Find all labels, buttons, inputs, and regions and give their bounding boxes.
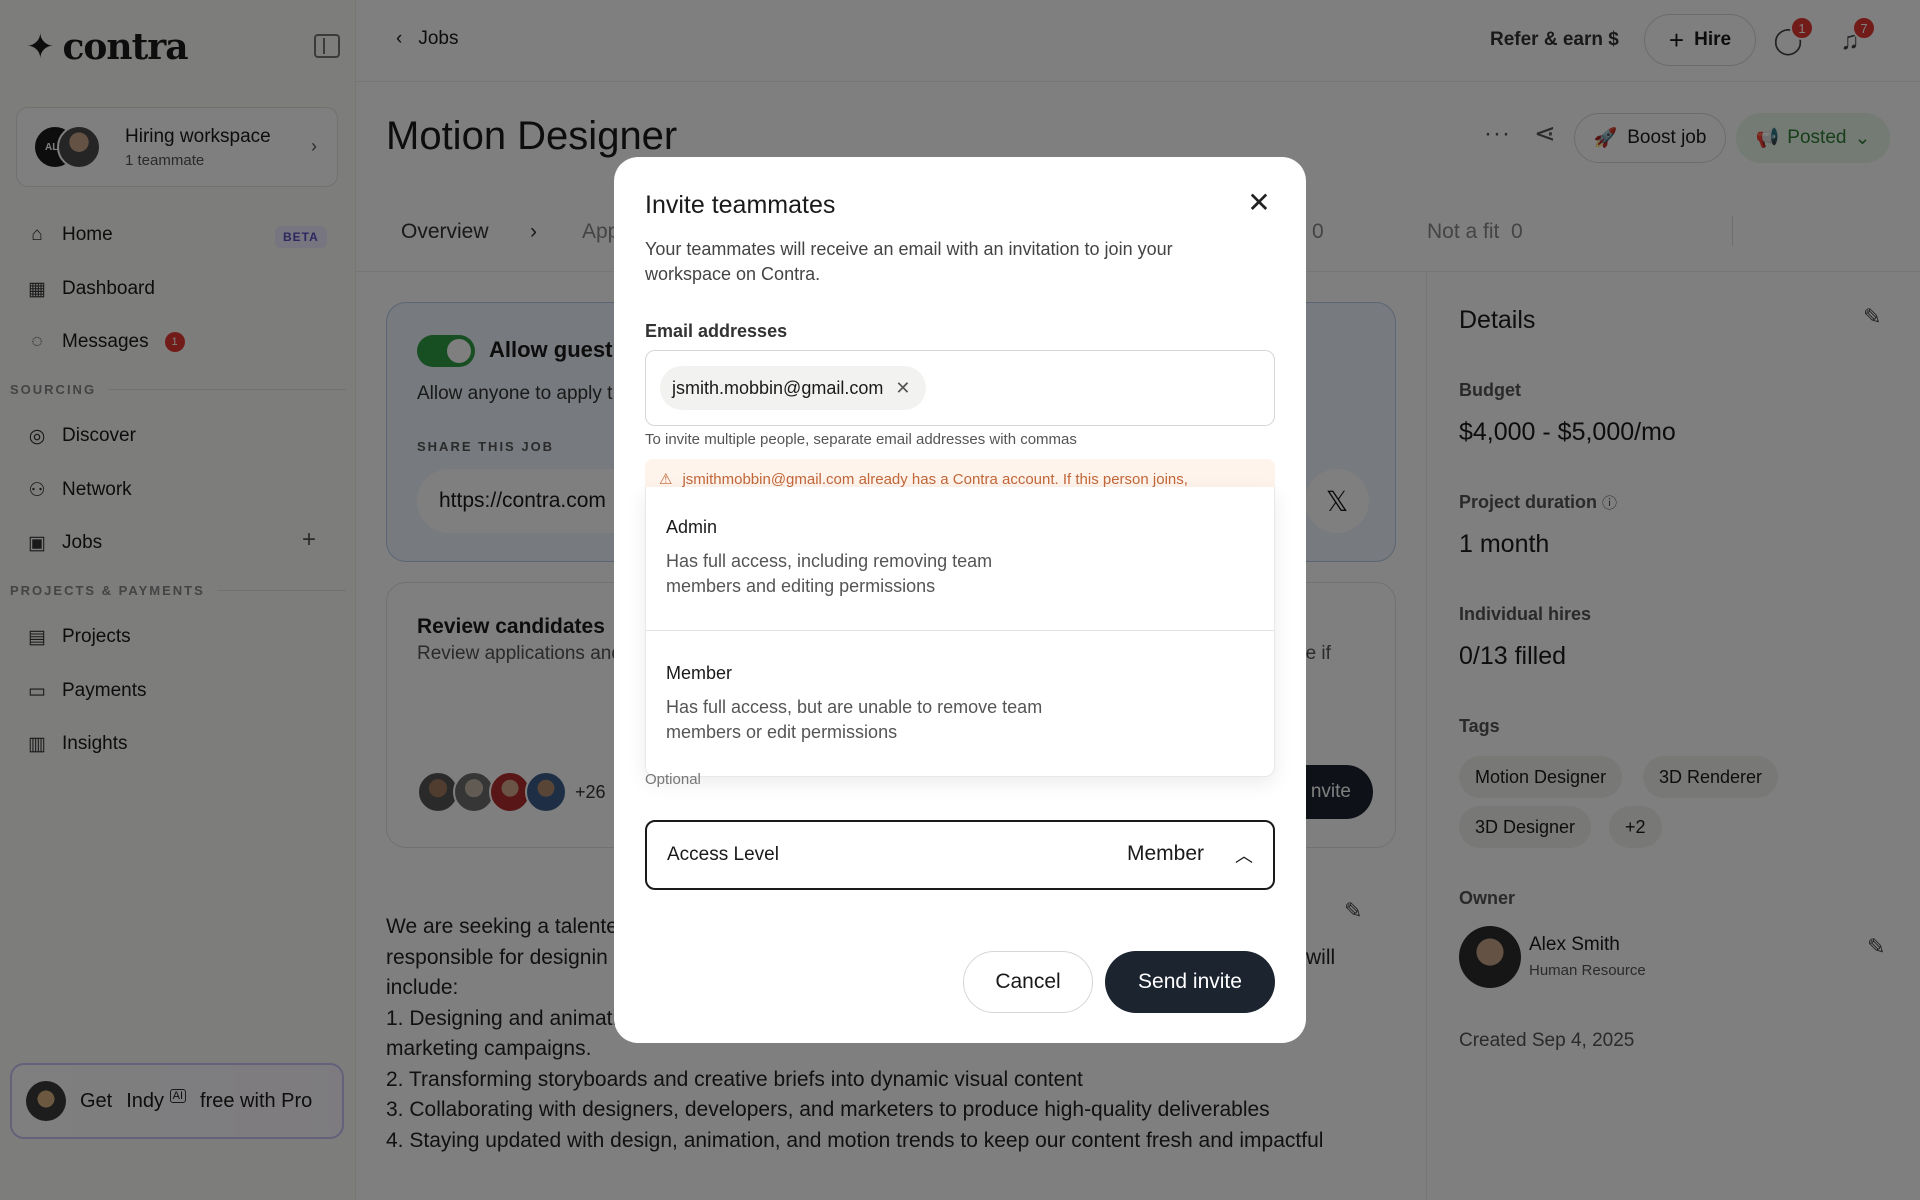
access-option-member[interactable]: Member Has full access, but are unable t… — [646, 631, 1274, 777]
email-addresses-label: Email addresses — [645, 321, 788, 341]
option-name: Member — [666, 663, 733, 683]
warning-text: jsmithmobbin@gmail.com already has a Con… — [682, 470, 1188, 488]
chevron-up-icon: ︿ — [1235, 846, 1253, 866]
email-chip-label: jsmith.mobbin@gmail.com — [672, 377, 884, 398]
email-chip: jsmith.mobbin@gmail.com ✕ — [660, 366, 927, 410]
send-invite-button[interactable]: Send invite — [1105, 951, 1275, 1013]
cancel-button[interactable]: Cancel — [963, 951, 1093, 1013]
email-addresses-input[interactable]: jsmith.mobbin@gmail.com ✕ — [645, 350, 1275, 426]
option-description: Has full access, including removing team… — [666, 551, 993, 596]
access-level-value: Member — [1127, 842, 1205, 865]
warning-icon: ⚠ — [659, 471, 673, 488]
access-level-dropdown-menu: Admin Has full access, including removin… — [645, 487, 1275, 777]
optional-label: Optional — [645, 771, 701, 788]
remove-email-icon[interactable]: ✕ — [895, 378, 910, 399]
access-option-admin[interactable]: Admin Has full access, including removin… — [646, 487, 1274, 631]
invite-teammates-modal: Invite teammates ✕ Your teammates will r… — [614, 157, 1306, 1043]
email-hint: To invite multiple people, separate emai… — [645, 431, 1077, 448]
option-name: Admin — [666, 517, 718, 537]
modal-description: Your teammates will receive an email wit… — [645, 239, 1173, 284]
modal-title: Invite teammates — [645, 191, 836, 219]
option-description: Has full access, but are unable to remov… — [666, 697, 1043, 742]
access-level-label: Access Level — [667, 844, 779, 865]
close-icon[interactable]: ✕ — [1244, 187, 1274, 218]
access-level-select[interactable]: Access Level Member ︿ — [645, 820, 1275, 890]
